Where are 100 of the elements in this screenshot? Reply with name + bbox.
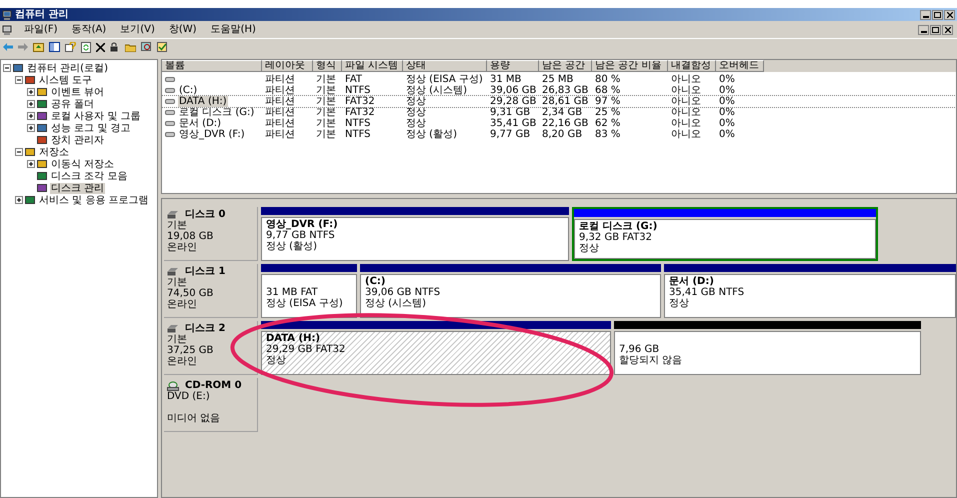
volume-name[interactable]: 영상_DVR (F:) <box>178 129 246 140</box>
table-cell: 아니오 <box>671 96 701 107</box>
partition-detail: 31 MB FAT <box>266 287 319 298</box>
expand-toggle[interactable] <box>27 100 35 108</box>
table-cell: 0% <box>719 74 735 85</box>
menu-item[interactable]: 동작(A) <box>72 24 106 35</box>
table-row[interactable]: 로컬 디스크 (G:) 파티션 기본 FAT32 정상 9,31 GB 2,34 GB 25 % 아니오 0% <box>162 107 956 118</box>
collapse-toggle[interactable] <box>15 148 23 156</box>
volume-name[interactable]: DATA (H:) <box>178 96 228 107</box>
lock-icon[interactable] <box>110 42 120 52</box>
partition-detail: 7,96 GB <box>619 344 660 355</box>
window-frame-icon <box>932 26 939 32</box>
disk-detail: 온라인 <box>167 356 198 367</box>
volume-name[interactable]: 문서 (D:) <box>178 118 222 129</box>
volume-name[interactable]: (C:) <box>178 85 198 96</box>
table-row[interactable]: 영상_DVR (F:) 파티션 기본 NTFS 정상 (활성) 9,77 GB 8,20 GB 83 % 아니오 0% <box>162 129 956 140</box>
table-cell: 기본 <box>316 118 336 129</box>
folder-icon[interactable] <box>125 42 136 52</box>
tree-item[interactable]: 이벤트 뷰어 <box>50 86 106 98</box>
table-cell: 기본 <box>316 96 336 107</box>
expand-toggle[interactable] <box>27 88 35 96</box>
collapse-toggle[interactable] <box>3 64 11 72</box>
tree-item[interactable]: 저장소 <box>38 146 70 158</box>
folder-up-icon[interactable] <box>33 42 44 52</box>
table-cell: 정상 <box>406 118 426 129</box>
minimize-button[interactable] <box>918 24 929 34</box>
table-row[interactable]: 파티션 기본 FAT 정상 (EISA 구성) 31 MB 25 MB 80 % 아니오 0% <box>162 74 956 85</box>
table-cell: 정상 <box>406 96 426 107</box>
table-cell: 39,06 GB <box>490 85 536 96</box>
table-cell: 파티션 <box>265 74 295 85</box>
tree-item[interactable]: 성능 로그 및 경고 <box>50 122 132 134</box>
check-icon[interactable] <box>157 42 168 52</box>
menu-item[interactable]: 도움말(H) <box>210 24 256 35</box>
expand-toggle[interactable] <box>27 124 35 132</box>
menu-item[interactable]: 창(W) <box>168 24 197 35</box>
tree-item[interactable]: 디스크 관리 <box>50 182 106 194</box>
panel-icon[interactable] <box>49 42 60 52</box>
partition-title: 로컬 디스크 (G:) <box>579 221 658 232</box>
refresh-icon[interactable] <box>81 42 91 52</box>
partition-title: DATA (H:) <box>266 333 322 344</box>
partition-block[interactable]: 로컬 디스크 (G:) 9,32 GB FAT32 정상 <box>572 207 878 261</box>
table-cell: 파티션 <box>265 129 295 140</box>
table-cell: 25 MB <box>542 74 574 85</box>
table-cell: 아니오 <box>671 85 701 96</box>
disk-detail: 온라인 <box>167 242 198 253</box>
table-cell: 기본 <box>316 129 336 140</box>
partition-detail: 39,06 GB NTFS <box>365 287 442 298</box>
tree-item[interactable]: 시스템 도구 <box>38 74 94 86</box>
node-icon <box>37 171 48 181</box>
partition-title: (C:) <box>365 276 386 287</box>
menu-item[interactable]: 파일(F) <box>24 24 58 35</box>
table-cell: 아니오 <box>671 107 701 118</box>
partition-detail: 9,77 GB NTFS <box>266 230 336 241</box>
expand-toggle[interactable] <box>15 196 23 204</box>
table-cell: 26,83 GB <box>542 85 588 96</box>
tree-item[interactable]: 로컬 사용자 및 그룹 <box>50 110 142 122</box>
cd-drive-icon <box>167 380 179 390</box>
plus-icon <box>16 197 22 203</box>
minimize-button[interactable] <box>920 10 931 20</box>
table-row[interactable]: (C:) 파티션 기본 NTFS 정상 (시스템) 39,06 GB 26,83 GB 68 % 아니오 0% <box>162 85 956 96</box>
delete-icon[interactable] <box>96 42 105 52</box>
table-cell: 파티션 <box>265 107 295 118</box>
minimize-icon <box>920 30 926 34</box>
plus-icon <box>28 89 34 95</box>
disk-name: 디스크 0 <box>185 209 226 220</box>
maximize-button[interactable] <box>932 10 943 20</box>
window-title: 컴퓨터 관리 <box>15 9 68 20</box>
tree-item[interactable]: 이동식 저장소 <box>50 158 116 170</box>
close-button[interactable] <box>944 10 955 20</box>
collapse-toggle[interactable] <box>15 76 23 84</box>
help-icon[interactable] <box>65 42 76 52</box>
table-cell: 83 % <box>595 129 620 140</box>
tree-item[interactable]: 장치 관리자 <box>50 134 106 146</box>
table-cell: 아니오 <box>671 118 701 129</box>
table-cell: 기본 <box>316 74 336 85</box>
tree-item[interactable]: 서비스 및 응용 프로그램 <box>38 194 150 206</box>
magnifier-icon[interactable] <box>141 42 152 52</box>
volume-name[interactable]: 로컬 디스크 (G:) <box>178 107 256 118</box>
expand-toggle[interactable] <box>27 160 35 168</box>
table-cell: 8,20 GB <box>542 129 582 140</box>
expand-toggle[interactable] <box>27 112 35 120</box>
table-cell: 파티션 <box>265 96 295 107</box>
table-cell: 0% <box>719 85 735 96</box>
disk-icon <box>167 268 179 276</box>
restore-button[interactable] <box>930 24 941 34</box>
computer-icon <box>2 10 12 20</box>
tree-item[interactable]: 디스크 조각 모음 <box>50 170 128 182</box>
close-button[interactable] <box>942 24 953 34</box>
selected-table-row[interactable]: DATA (H:) 파티션 기본 FAT32 정상 29,28 GB 28,61 GB 97 % 아니오 0% <box>162 96 956 107</box>
disk-detail: 37,25 GB <box>167 345 214 356</box>
node-icon <box>25 75 36 85</box>
table-cell: 9,77 GB <box>490 129 530 140</box>
node-icon <box>37 111 48 121</box>
partition-detail: 9,32 GB FAT32 <box>579 232 653 243</box>
table-cell: 68 % <box>595 85 620 96</box>
menu-item[interactable]: 보기(V) <box>120 24 155 35</box>
table-row[interactable]: 문서 (D:) 파티션 기본 NTFS 정상 35,41 GB 22,16 GB 62 % 아니오 0% <box>162 118 956 129</box>
tree-item[interactable]: 공유 폴더 <box>50 98 96 110</box>
plus-icon <box>28 101 34 107</box>
tree-item[interactable]: 컴퓨터 관리(로컬) <box>26 62 109 74</box>
